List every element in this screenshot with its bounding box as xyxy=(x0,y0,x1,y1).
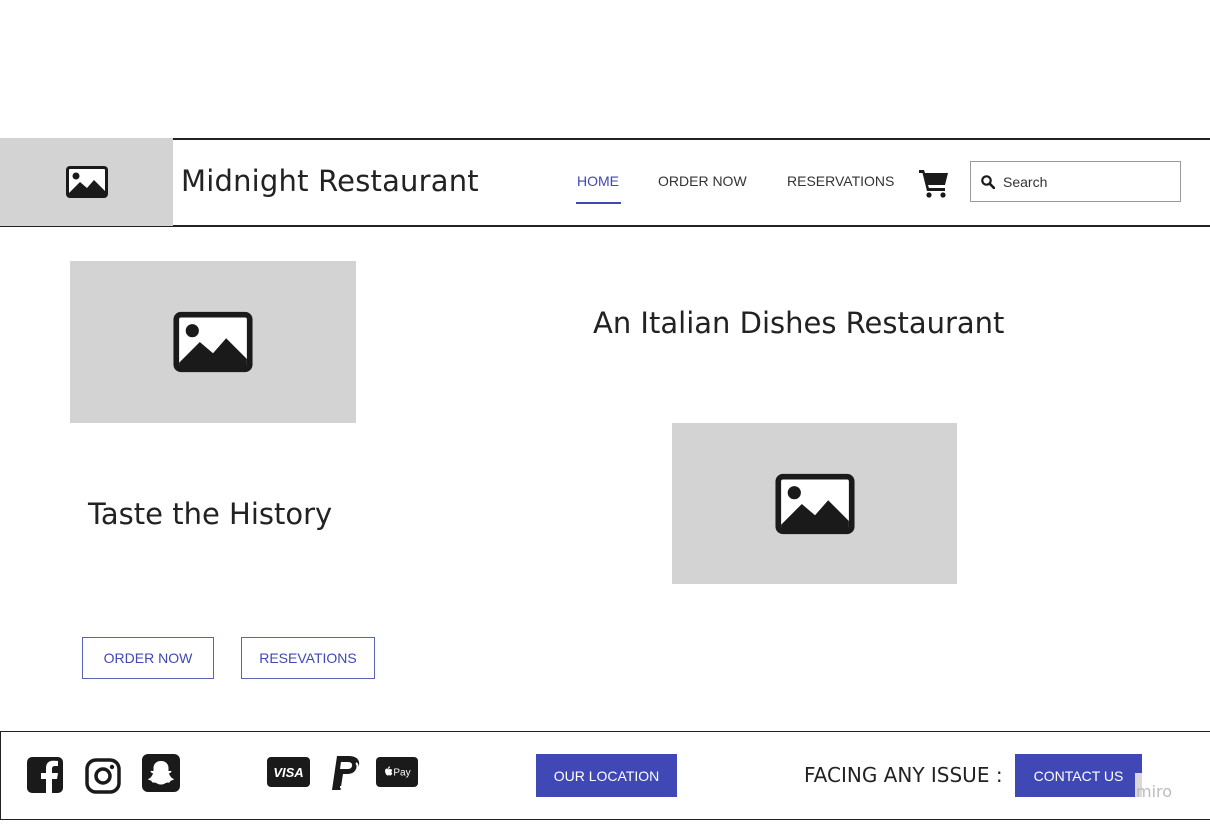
image-placeholder-icon xyxy=(65,166,108,198)
image-placeholder-icon xyxy=(173,311,253,373)
search-icon xyxy=(981,174,995,189)
contact-us-button[interactable]: CONTACT US xyxy=(1015,754,1142,797)
apple-pay-label: Pay xyxy=(393,768,410,779)
instagram-icon[interactable] xyxy=(84,757,122,795)
taste-heading: Taste the History xyxy=(88,497,333,531)
nav-reservations[interactable]: RESERVATIONS xyxy=(787,173,894,189)
our-location-button[interactable]: OUR LOCATION xyxy=(536,754,677,797)
issue-label: FACING ANY ISSUE : xyxy=(804,763,1003,787)
header-top-border xyxy=(173,138,1210,140)
apple-pay-icon: Pay xyxy=(376,757,418,787)
search-box[interactable] xyxy=(970,161,1181,202)
brand-title[interactable]: Midnight Restaurant xyxy=(181,164,479,198)
search-input[interactable] xyxy=(1001,172,1175,191)
snapchat-icon[interactable] xyxy=(142,754,180,792)
nav-active-indicator xyxy=(576,202,621,204)
image-placeholder-icon xyxy=(774,473,855,534)
miro-watermark: miro xyxy=(1136,782,1173,801)
nav-home[interactable]: HOME xyxy=(577,173,619,189)
order-now-button[interactable]: ORDER NOW xyxy=(82,637,214,679)
hero-image-right xyxy=(672,423,957,584)
header-bottom-border xyxy=(0,225,1210,227)
visa-label: VISA xyxy=(273,765,303,780)
nav-order-now[interactable]: ORDER NOW xyxy=(658,173,747,189)
reservations-button[interactable]: RESEVATIONS xyxy=(241,637,375,679)
restaurant-tagline: An Italian Dishes Restaurant xyxy=(593,306,1005,340)
paypal-icon xyxy=(328,754,362,792)
logo-placeholder[interactable] xyxy=(0,138,173,226)
cart-icon[interactable] xyxy=(918,167,950,199)
facebook-icon[interactable] xyxy=(27,757,63,793)
hero-image-left xyxy=(70,261,356,423)
visa-icon: VISA xyxy=(267,757,310,787)
